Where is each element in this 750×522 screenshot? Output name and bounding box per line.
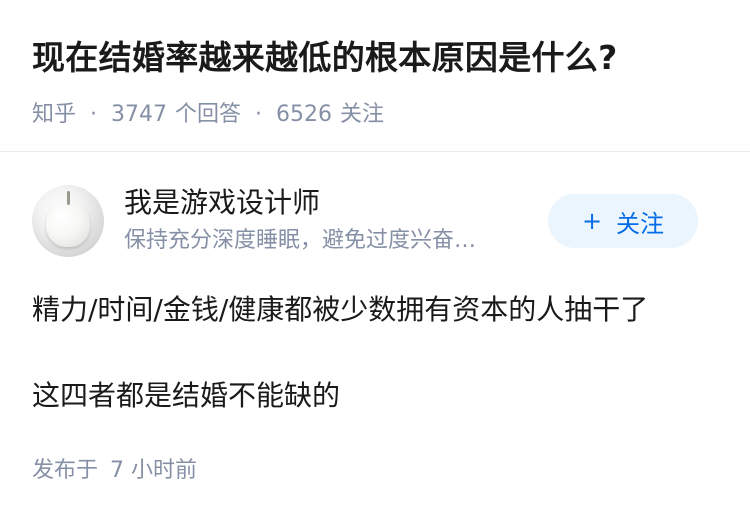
- author-card: 我是游戏设计师 保持充分深度睡眠，避免过度兴奋… + 关注: [32, 185, 698, 257]
- published-label: 发布于: [32, 458, 99, 483]
- publish-time: 发布于 7 小时前: [32, 456, 197, 486]
- answer-body: 精力/时间/金钱/健康都被少数拥有资本的人抽干了 这四者都是结婚不能缺的: [32, 288, 718, 418]
- question-header: 现在结婚率越来越低的根本原因是什么? 知乎 · 3747 个回答 · 6526 …: [32, 30, 718, 132]
- author-bio: 保持充分深度睡眠，避免过度兴奋…: [124, 228, 477, 253]
- follower-count-label: 关注: [340, 102, 385, 127]
- follow-button[interactable]: + 关注: [548, 194, 698, 248]
- question-title[interactable]: 现在结婚率越来越低的根本原因是什么?: [32, 30, 718, 86]
- author-name[interactable]: 我是游戏设计师: [124, 183, 320, 223]
- source-label[interactable]: 知乎: [32, 98, 76, 132]
- answer-count: 3747: [111, 102, 168, 127]
- divider: [0, 151, 750, 152]
- answer-paragraph: 精力/时间/金钱/健康都被少数拥有资本的人抽干了: [32, 293, 649, 326]
- plus-icon: +: [581, 207, 603, 235]
- separator-dot: ·: [255, 102, 263, 127]
- follower-count: 6526: [276, 102, 333, 127]
- separator-dot: ·: [90, 102, 98, 127]
- follow-button-label: 关注: [616, 209, 665, 238]
- answer-count-label: 个回答: [175, 102, 242, 127]
- question-meta: 知乎 · 3747 个回答 · 6526 关注: [32, 98, 718, 132]
- answer-paragraph: 这四者都是结婚不能缺的: [32, 379, 341, 412]
- published-time: 7 小时前: [110, 458, 198, 483]
- pear-avatar-icon[interactable]: [32, 185, 104, 257]
